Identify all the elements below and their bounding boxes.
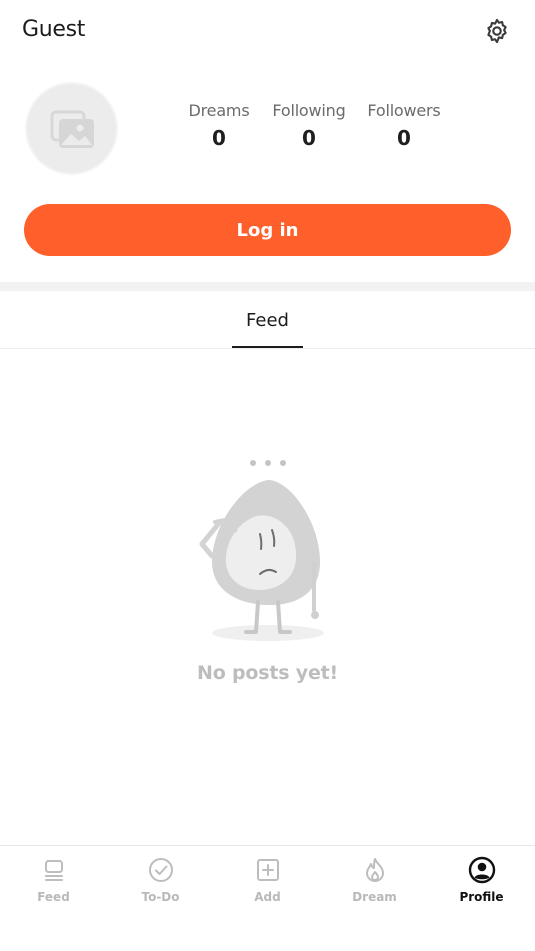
section-divider [0,282,535,291]
stat-followers-label: Followers [367,101,441,120]
nav-item-add[interactable]: Add [214,846,321,916]
header: Guest [0,0,535,62]
nav-label-todo: To-Do [141,890,180,904]
nav-label-feed: Feed [37,890,70,904]
stat-dreams[interactable]: Dreams 0 [183,101,255,150]
empty-state-message: No posts yet! [197,662,338,684]
profile-tabs: Feed [0,291,535,349]
stat-followers-value: 0 [397,126,411,150]
nav-item-dream[interactable]: Dream [321,846,428,916]
check-circle-icon [149,858,173,882]
nav-label-add: Add [254,890,281,904]
nav-item-todo[interactable]: To-Do [107,846,214,916]
stat-dreams-value: 0 [212,126,226,150]
feed-icon [45,860,63,881]
image-placeholder-icon [50,110,94,148]
gear-icon[interactable] [483,17,511,45]
stat-followers[interactable]: Followers 0 [362,101,446,150]
flame-icon [366,858,384,882]
empty-state-illustration [190,452,340,647]
profile-icon [468,856,496,884]
page-title: Guest [22,17,86,42]
nav-item-feed[interactable]: Feed [0,846,107,916]
tab-feed[interactable]: Feed [232,291,303,349]
stat-following[interactable]: Following 0 [268,101,350,150]
stat-following-label: Following [272,101,346,120]
stat-dreams-label: Dreams [188,101,250,120]
bottom-navigation: Feed To-Do Add Dream Profile [0,845,535,951]
add-square-icon [257,859,279,881]
nav-item-profile[interactable]: Profile [428,846,535,916]
nav-label-dream: Dream [352,890,397,904]
stat-following-value: 0 [302,126,316,150]
login-button[interactable]: Log in [24,204,511,256]
avatar[interactable] [25,82,118,175]
tab-active-indicator [232,346,303,348]
nav-label-profile: Profile [459,890,504,904]
